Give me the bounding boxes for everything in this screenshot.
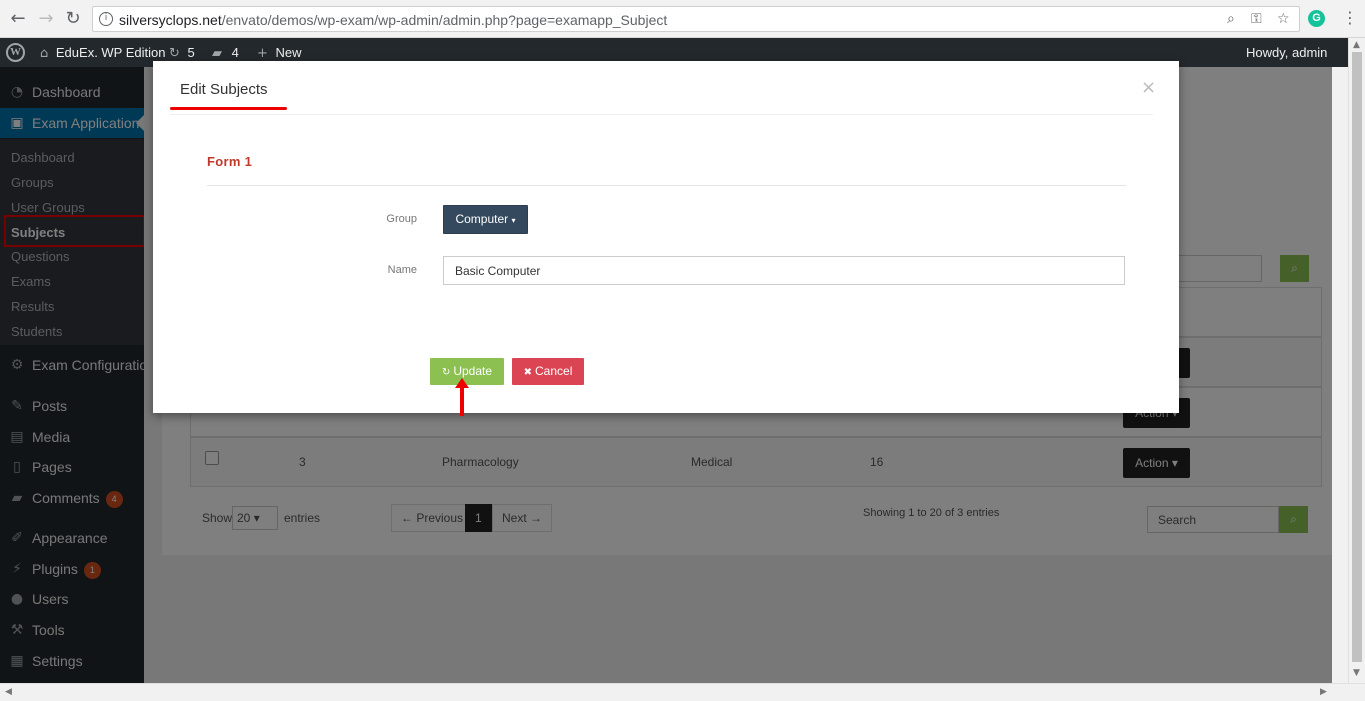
comments-link[interactable]: ▰ 4 bbox=[212, 45, 239, 61]
scroll-down-icon[interactable]: ▼ bbox=[1353, 668, 1360, 678]
subject-name-input[interactable]: Basic Computer bbox=[443, 256, 1125, 285]
caret-down-icon: ▾ bbox=[511, 216, 516, 225]
form-divider bbox=[207, 185, 1126, 186]
grammarly-extension-icon[interactable]: G bbox=[1308, 10, 1325, 27]
scroll-up-icon[interactable]: ▲ bbox=[1353, 40, 1360, 50]
back-icon[interactable]: ← bbox=[8, 9, 28, 29]
scroll-right-icon[interactable]: ▶ bbox=[1320, 687, 1327, 697]
scrollbar-thumb[interactable] bbox=[1352, 52, 1362, 662]
close-icon[interactable]: × bbox=[1141, 77, 1156, 98]
updates-icon: ↻ bbox=[169, 46, 180, 61]
group-label: Group bbox=[386, 213, 417, 225]
modal-title: Edit Subjects bbox=[180, 81, 268, 98]
new-content-link[interactable]: + New bbox=[257, 45, 302, 61]
group-dropdown-button[interactable]: Computer ▾ bbox=[443, 205, 528, 234]
form-title: Form 1 bbox=[207, 154, 253, 169]
wordpress-logo-icon[interactable]: W bbox=[6, 43, 25, 62]
forward-icon[interactable]: → bbox=[36, 9, 56, 29]
site-name-link[interactable]: ⌂ EduEx. WP Edition bbox=[40, 45, 165, 61]
vertical-scrollbar[interactable]: ▲ ▼ bbox=[1348, 38, 1365, 683]
refresh-icon: ↻ bbox=[441, 367, 451, 378]
close-icon: ✖ bbox=[523, 367, 533, 378]
key-icon[interactable]: ⚿ bbox=[1251, 11, 1262, 27]
plus-icon: + bbox=[257, 46, 268, 61]
comment-icon: ▰ bbox=[212, 46, 222, 61]
address-bar[interactable]: i silversyclops.net/envato/demos/wp-exam… bbox=[92, 6, 1300, 32]
browser-toolbar: ← → ↻ i silversyclops.net/envato/demos/w… bbox=[0, 0, 1365, 38]
modal-header-divider bbox=[170, 114, 1153, 115]
edit-subjects-modal: Edit Subjects × Form 1 Group Computer ▾ … bbox=[153, 61, 1179, 413]
home-icon: ⌂ bbox=[40, 46, 49, 61]
horizontal-scrollbar[interactable]: ◀ ▶ bbox=[0, 683, 1365, 701]
title-underline-annotation bbox=[170, 107, 287, 110]
info-icon[interactable]: i bbox=[99, 12, 113, 26]
bookmark-star-icon[interactable]: ☆ bbox=[1277, 11, 1290, 27]
scroll-left-icon[interactable]: ◀ bbox=[5, 687, 12, 697]
zoom-icon[interactable]: ⌕ bbox=[1227, 11, 1235, 27]
browser-menu-icon[interactable]: ⋮ bbox=[1342, 8, 1358, 27]
name-label: Name bbox=[387, 264, 417, 276]
howdy-account-link[interactable]: Howdy, admin bbox=[1246, 45, 1327, 60]
cancel-button[interactable]: ✖ Cancel bbox=[512, 358, 584, 385]
reload-icon[interactable]: ↻ bbox=[63, 9, 83, 29]
annotation-arrow-icon bbox=[455, 378, 469, 416]
url-text[interactable]: silversyclops.net/envato/demos/wp-exam/w… bbox=[119, 12, 667, 28]
updates-link[interactable]: ↻ 5 bbox=[169, 45, 195, 61]
